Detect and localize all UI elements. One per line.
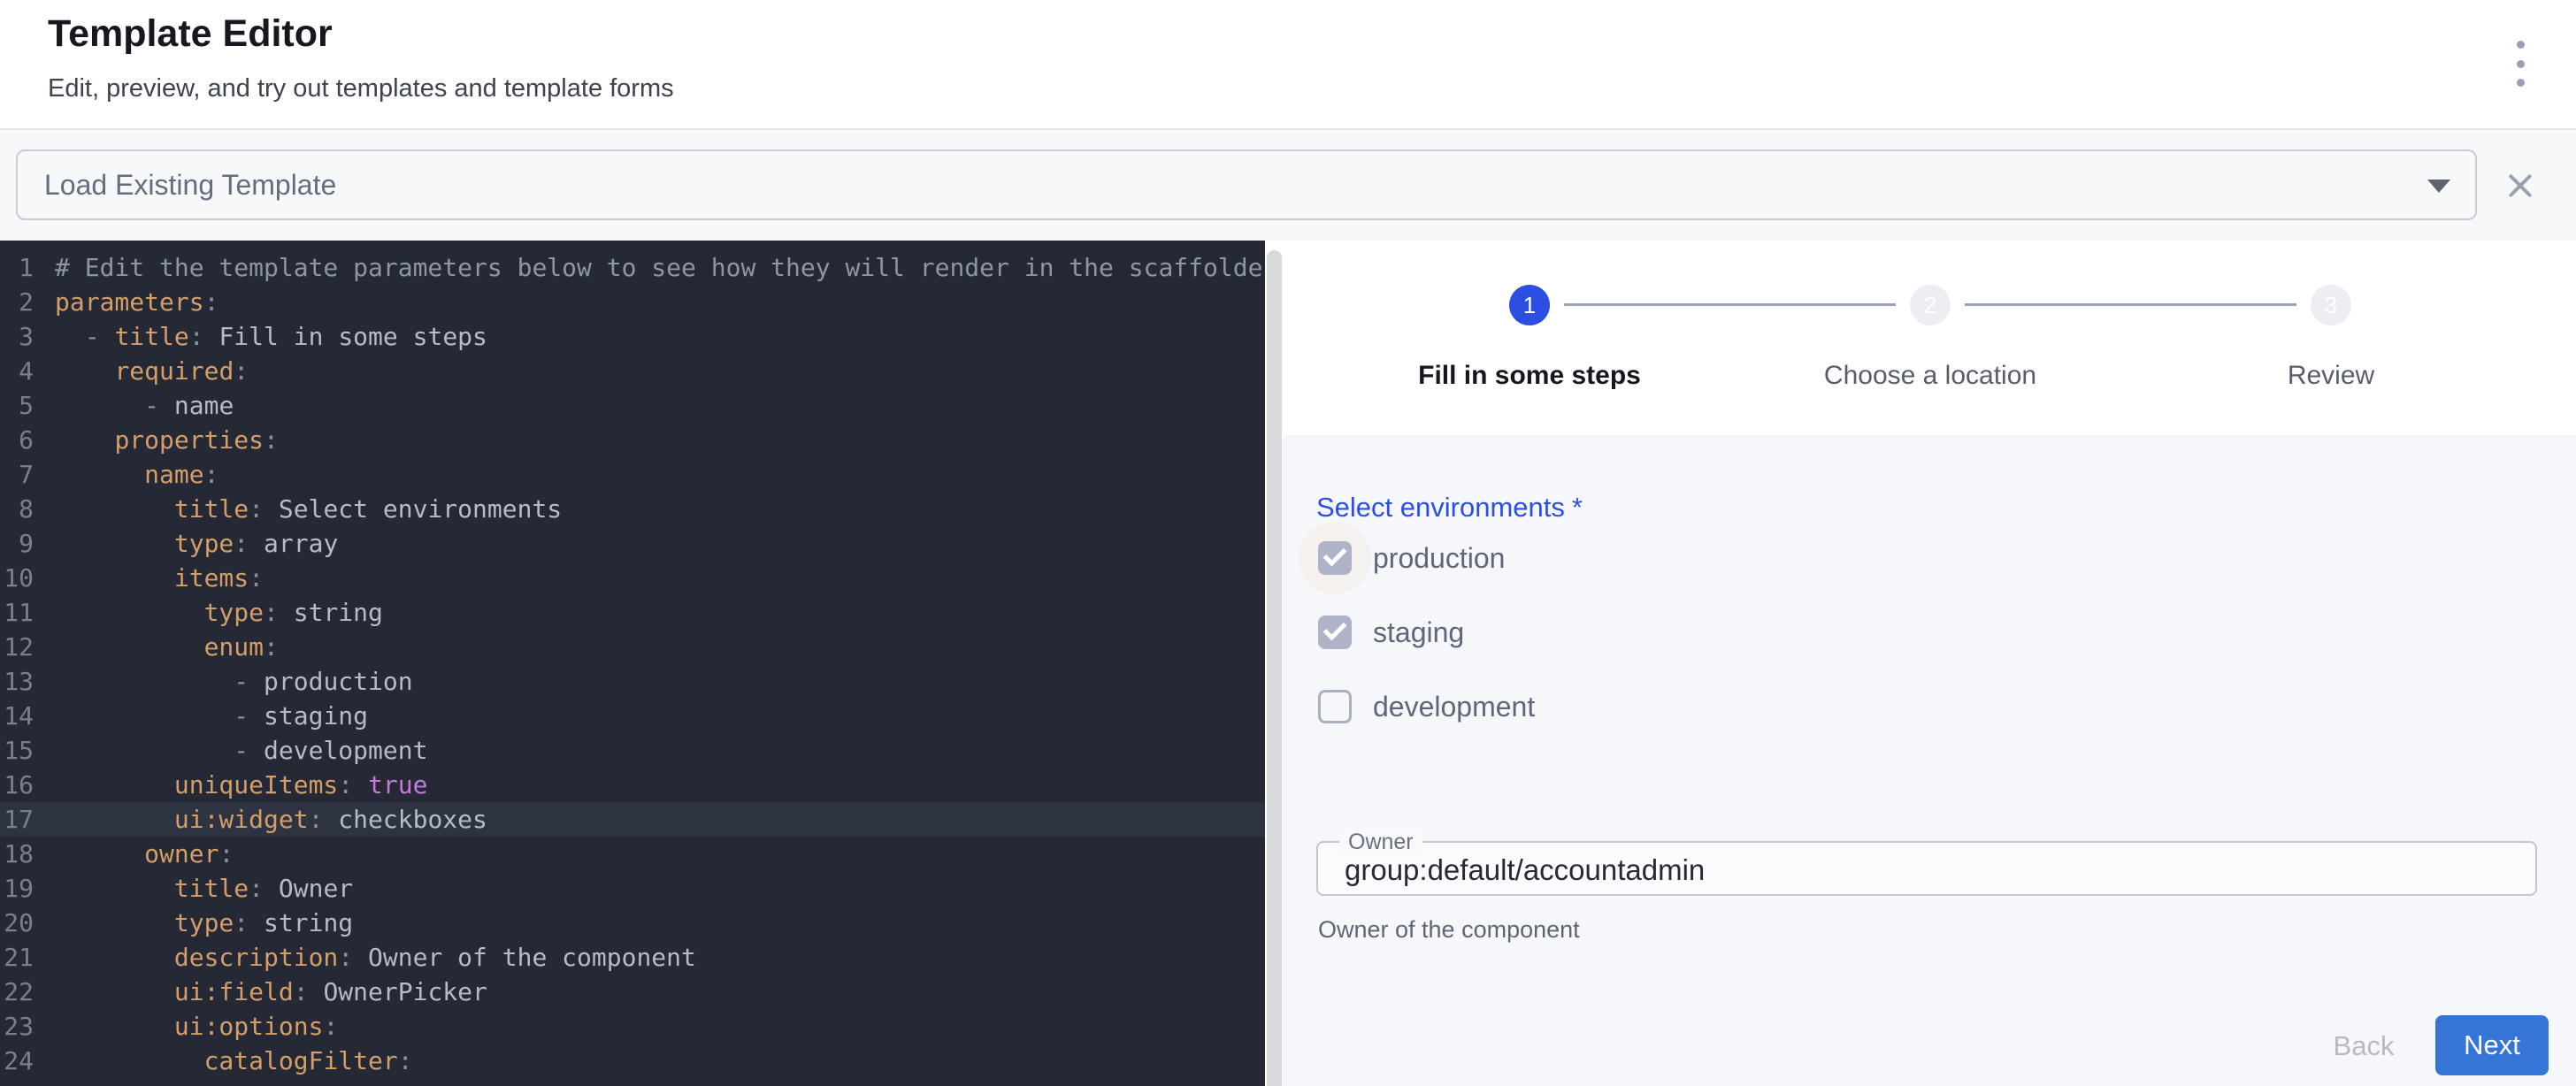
yaml-code-editor[interactable]: 1# Edit the template parameters below to… xyxy=(0,241,1265,1086)
code-line: 2parameters: xyxy=(0,285,1265,319)
checkbox-row-development[interactable]: development xyxy=(1283,670,1902,743)
code-line: 10 items: xyxy=(0,561,1265,595)
code-line: 18 owner: xyxy=(0,837,1265,871)
next-button[interactable]: Next xyxy=(2435,1015,2549,1075)
code-line: 17 ui:widget: checkboxes xyxy=(0,802,1265,837)
load-template-bar: Load Existing Template xyxy=(0,128,2576,241)
code-line: 23 ui:options: xyxy=(0,1009,1265,1044)
code-line: 4 required: xyxy=(0,354,1265,388)
step-label-review: Review xyxy=(2154,361,2508,391)
owner-input[interactable]: Owner group:default/accountadmin xyxy=(1316,841,2537,896)
kebab-menu-icon[interactable] xyxy=(2503,41,2537,87)
checkbox-row-production[interactable]: production xyxy=(1283,522,1902,594)
select-placeholder: Load Existing Template xyxy=(44,169,336,202)
code-line: 12 enum: xyxy=(0,630,1265,664)
step-circle-3: 3 xyxy=(2311,285,2351,325)
code-line: 6 properties: xyxy=(0,423,1265,457)
code-line: 13 - production xyxy=(0,664,1265,699)
owner-helper-text: Owner of the component xyxy=(1318,916,1580,944)
stepper-connector xyxy=(1564,303,1896,306)
code-line: 20 type: string xyxy=(0,906,1265,940)
code-line: 5 - name xyxy=(0,388,1265,423)
code-line: 19 title: Owner xyxy=(0,871,1265,906)
step-label-choose-a-location: Choose a location xyxy=(1753,361,2107,391)
page-title: Template Editor xyxy=(48,12,333,56)
code-line: 8 title: Select environments xyxy=(0,492,1265,526)
back-button[interactable]: Back xyxy=(2302,1021,2426,1072)
code-line: 9 type: array xyxy=(0,526,1265,561)
code-line: 11 type: string xyxy=(0,595,1265,630)
checkbox-label[interactable]: development xyxy=(1373,691,1535,723)
production-checkbox[interactable] xyxy=(1318,541,1352,575)
code-line: 22 ui:field: OwnerPicker xyxy=(0,975,1265,1009)
close-icon[interactable] xyxy=(2503,169,2537,203)
required-marker: * xyxy=(1572,492,1583,523)
code-line: 14 - staging xyxy=(0,699,1265,733)
code-line: 1# Edit the template parameters below to… xyxy=(0,250,1265,285)
step-circle-2: 2 xyxy=(1910,285,1951,325)
template-preview-panel: 1 2 3 Fill in some steps Choose a locati… xyxy=(1283,241,2576,1086)
page-subtitle: Edit, preview, and try out templates and… xyxy=(48,74,674,103)
owner-field-value: group:default/accountadmin xyxy=(1345,853,1705,887)
staging-checkbox[interactable] xyxy=(1318,616,1352,649)
pane-resize-handle[interactable] xyxy=(1267,250,1282,1086)
code-line: 3 - title: Fill in some steps xyxy=(0,319,1265,354)
code-line: 15 - development xyxy=(0,733,1265,768)
checkbox-label[interactable]: staging xyxy=(1373,616,1464,649)
code-line: 7 name: xyxy=(0,457,1265,492)
code-line: 21 description: Owner of the component xyxy=(0,940,1265,975)
load-existing-template-select[interactable]: Load Existing Template xyxy=(16,149,2477,220)
template-editor-page: Template Editor Edit, preview, and try o… xyxy=(0,0,2576,1086)
code-line: 24 catalogFilter: xyxy=(0,1044,1265,1078)
page-header: Template Editor Edit, preview, and try o… xyxy=(0,0,2576,128)
code-area: 1# Edit the template parameters below to… xyxy=(0,250,1265,1078)
code-line: 16 uniqueItems: true xyxy=(0,768,1265,802)
dropdown-caret-icon xyxy=(2427,180,2450,193)
stepper-connector xyxy=(1965,303,2296,306)
owner-field-label: Owner xyxy=(1339,830,1422,854)
checkbox-label[interactable]: production xyxy=(1373,542,1505,575)
step-label-fill-in-some-steps: Fill in some steps xyxy=(1353,361,1706,391)
step-circle-1: 1 xyxy=(1509,285,1550,325)
checkbox-row-staging[interactable]: staging xyxy=(1283,596,1902,669)
development-checkbox[interactable] xyxy=(1318,690,1352,723)
select-environments-label: Select environments* xyxy=(1316,492,1583,524)
